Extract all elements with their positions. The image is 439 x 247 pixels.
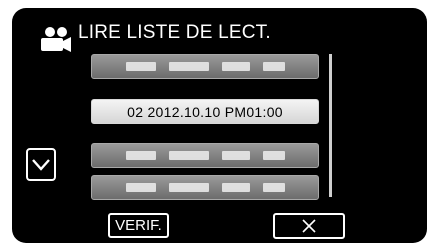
screen-panel: LIRE LISTE DE LECT. 02 2012.10.10 PM01:0…	[12, 8, 427, 243]
scrollbar[interactable]	[329, 54, 332, 197]
playlist-item-1[interactable]	[91, 54, 319, 79]
playlist-item-2[interactable]: 02 2012.10.10 PM01:00	[91, 99, 319, 124]
close-icon	[302, 219, 316, 233]
close-button[interactable]	[273, 213, 345, 239]
blurred-label-placeholder	[125, 151, 285, 160]
video-camera-icon	[41, 27, 71, 52]
playlist-item-3[interactable]	[91, 143, 319, 168]
screen-title: LIRE LISTE DE LECT.	[78, 22, 271, 43]
verify-button[interactable]: VERIF.	[108, 213, 169, 238]
blurred-label-placeholder	[125, 183, 285, 192]
chevron-down-icon	[32, 158, 50, 171]
blurred-label-placeholder	[125, 62, 285, 71]
playlist-item-label: 02 2012.10.10 PM01:00	[127, 103, 283, 120]
playlist-item-4[interactable]	[91, 175, 319, 200]
scroll-down-button[interactable]	[26, 148, 56, 181]
